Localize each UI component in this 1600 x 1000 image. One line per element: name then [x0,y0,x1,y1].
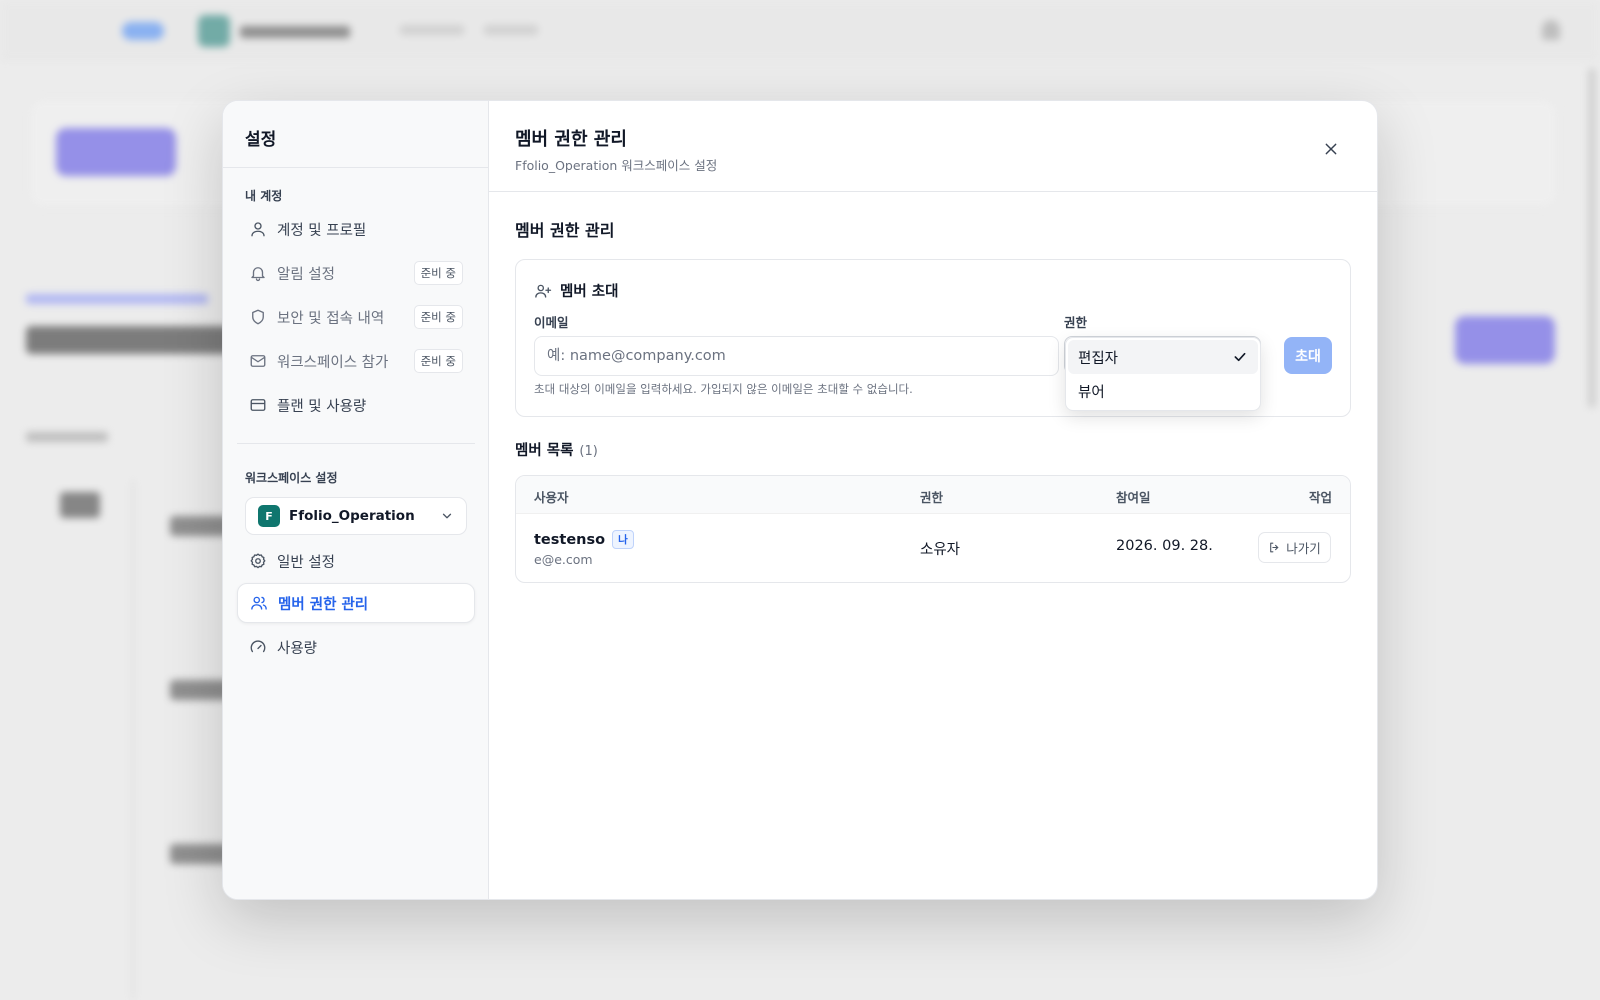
divider [489,191,1377,192]
settings-sidebar: 설정 내 계정 계정 및 프로필 알림 설정 준비 중 보안 및 접속 내역 준… [223,101,489,899]
user-icon [251,222,265,237]
sidebar-item-general-settings[interactable]: 일반 설정 [237,541,475,581]
background-scrollbar [1588,68,1596,408]
sidebar-item-label: 알림 설정 [277,266,335,283]
member-email: e@e.com [534,552,593,567]
sidebar-item-label: 보안 및 접속 내역 [277,310,385,327]
background-row [170,844,230,864]
close-button[interactable] [1319,137,1343,161]
coming-soon-badge: 준비 중 [413,349,463,373]
member-table: 사용자 권한 참여일 작업 testenso 나 e@e.com 소유자 202… [515,475,1351,583]
background-number [60,492,100,518]
background-label [26,294,208,304]
background-subtitle [26,432,108,442]
sidebar-item-security[interactable]: 보안 및 접속 내역 준비 중 [237,297,475,337]
bell-icon [251,267,265,282]
background-user-avatar [1542,20,1560,40]
member-role: 소유자 [920,542,961,558]
member-name: testenso 나 [534,530,634,549]
background-workspace-avatar [198,15,230,47]
sidebar-item-label: 워크스페이스 참가 [277,354,389,371]
sidebar-item-label: 계정 및 프로필 [277,222,367,239]
settings-modal: 설정 내 계정 계정 및 프로필 알림 설정 준비 중 보안 및 접속 내역 준… [222,100,1378,900]
sidebar-item-plan-usage[interactable]: 플랜 및 사용량 [237,385,475,425]
chevron-down-icon [442,513,452,519]
close-icon [1325,143,1337,155]
role-dropdown: 편집자 뷰어 [1065,337,1261,411]
background-title [26,326,246,354]
settings-content: 멤버 권한 관리 Ffolio_Operation 워크스페이스 설정 멤버 권… [489,101,1377,899]
leave-button[interactable]: 나가기 [1258,532,1331,563]
gauge-icon [250,640,266,653]
member-count: (1) [579,444,598,459]
workspace-name: Ffolio_Operation [289,508,415,524]
check-icon [1234,352,1246,362]
background-nav-link [400,25,464,35]
sidebar-item-label: 사용량 [277,640,318,657]
sidebar-item-account-profile[interactable]: 계정 및 프로필 [237,209,475,249]
user-plus-icon [535,284,552,298]
role-option-viewer[interactable]: 뷰어 [1068,374,1258,408]
role-option-editor[interactable]: 편집자 [1068,340,1258,374]
sidebar-item-label: 멤버 권한 관리 [278,596,369,613]
mail-icon [250,355,266,367]
background-workspace-name [240,26,350,38]
column-joined: 참여일 [1116,490,1151,505]
column-action: 작업 [1308,490,1332,505]
sidebar-item-join-workspace[interactable]: 워크스페이스 참가 준비 중 [237,341,475,381]
page-subtitle: Ffolio_Operation 워크스페이스 설정 [515,158,718,173]
member-list-title: 멤버 목록 (1) [515,443,598,459]
coming-soon-badge: 준비 중 [413,261,463,285]
background-row [170,680,230,700]
table-row: testenso 나 e@e.com 소유자 2026. 09. 28. 나가기 [516,514,1350,582]
sidebar-item-label: 일반 설정 [277,554,335,571]
background-pill [122,22,164,40]
divider [223,167,489,168]
invite-button[interactable]: 초대 [1284,337,1332,374]
log-out-icon [1270,542,1279,553]
shield-icon [252,309,264,325]
email-label: 이메일 [534,315,569,330]
member-joined-date: 2026. 09. 28. [1116,538,1213,554]
sidebar-item-member-permissions[interactable]: 멤버 권한 관리 [237,583,475,623]
invite-header: 멤버 초대 [534,280,618,301]
coming-soon-badge: 준비 중 [413,305,463,329]
background-nav-link [484,25,538,35]
background-button [56,128,176,176]
me-badge: 나 [612,530,634,549]
section-title: 멤버 권한 관리 [515,221,615,240]
column-role: 권한 [920,490,944,505]
email-hint: 초대 대상의 이메일을 입력하세요. 가입되지 않은 이메일은 초대할 수 없습… [534,382,913,396]
section-my-account: 내 계정 [245,189,283,203]
gear-icon [250,553,266,569]
users-icon [251,596,267,610]
divider [237,443,475,444]
invite-title: 멤버 초대 [560,284,619,300]
sidebar-item-notifications[interactable]: 알림 설정 준비 중 [237,253,475,293]
workspace-select[interactable]: F Ffolio_Operation [245,497,467,535]
sidebar-title: 설정 [245,130,277,150]
credit-card-icon [250,399,266,411]
role-label: 권한 [1064,315,1088,330]
background-row [170,516,230,536]
background-button [1455,316,1555,364]
section-workspace-settings: 워크스페이스 설정 [245,471,338,485]
background-timeline [132,480,134,1000]
column-user: 사용자 [534,490,569,505]
sidebar-item-label: 플랜 및 사용량 [277,398,367,415]
sidebar-item-usage[interactable]: 사용량 [237,627,475,667]
workspace-avatar: F [258,505,280,527]
page-title: 멤버 권한 관리 [515,129,627,150]
email-input[interactable] [534,336,1059,376]
table-header: 사용자 권한 참여일 작업 [516,476,1350,514]
